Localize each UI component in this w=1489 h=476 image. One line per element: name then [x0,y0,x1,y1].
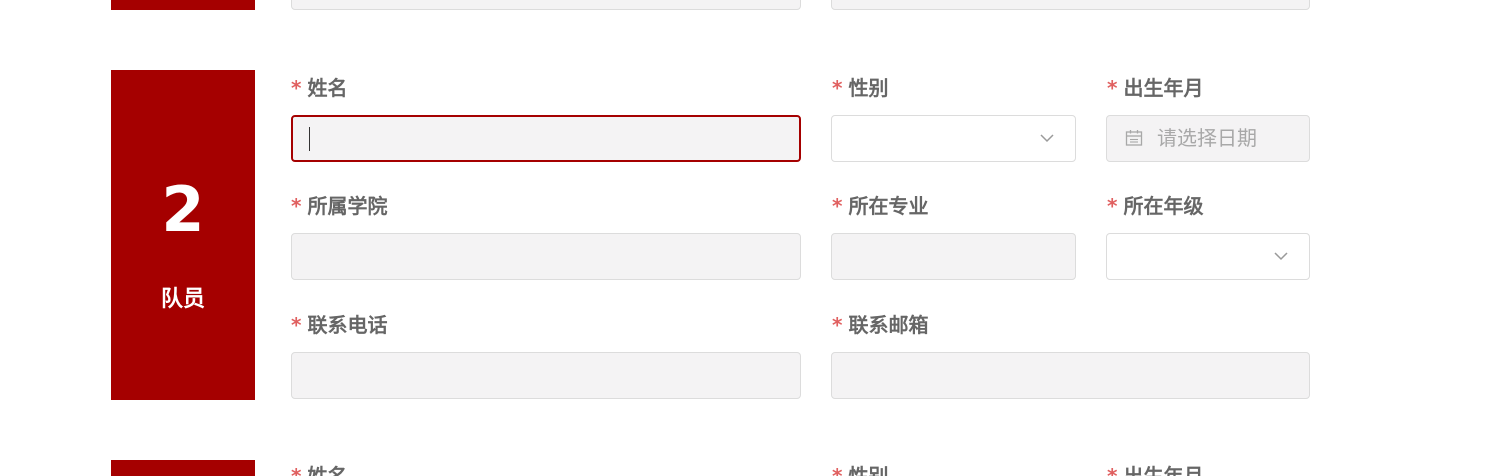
calendar-icon [1125,130,1143,146]
college-label: * 所属学院 [291,194,387,218]
text-caret [309,127,310,151]
grade-label: * 所在年级 [1107,194,1203,218]
previous-member-input-right[interactable] [831,0,1310,10]
gender-label-text: 性别 [848,76,889,100]
email-label: * 联系邮箱 [832,313,928,337]
chevron-down-icon [1274,252,1288,261]
required-mark: * [1107,76,1118,100]
birth-date-label: * 出生年月 [1107,76,1203,100]
phone-label: * 联系电话 [291,313,387,337]
required-mark: * [832,194,843,218]
next-name-label-text: 姓名 [307,464,348,476]
major-label: * 所在专业 [832,194,928,218]
name-label-text: 姓名 [307,76,348,100]
required-mark: * [1107,194,1118,218]
next-name-label: * 姓名 [291,464,347,476]
previous-member-input-left[interactable] [291,0,801,10]
required-mark: * [832,464,843,476]
birth-date-picker[interactable]: 请选择日期 [1106,115,1310,162]
member-number: 2 [161,173,205,246]
name-label: * 姓名 [291,76,347,100]
phone-input[interactable] [291,352,801,399]
previous-member-badge [111,0,255,10]
major-label-text: 所在专业 [848,194,929,218]
birth-date-label-text: 出生年月 [1123,76,1204,100]
chevron-down-icon [1040,134,1054,143]
phone-label-text: 联系电话 [307,313,388,337]
required-mark: * [832,76,843,100]
gender-select[interactable] [831,115,1076,162]
major-input[interactable] [831,233,1076,280]
birth-date-placeholder: 请选择日期 [1157,126,1257,150]
next-birth-date-label: * 出生年月 [1107,464,1203,476]
team-registration-form: 2 队员 * 姓名 * 性别 * 出生年月 请选择日期 * 所属学院 * 所在专业 [0,0,1489,476]
college-label-text: 所属学院 [307,194,388,218]
next-gender-label-text: 性别 [848,464,889,476]
next-gender-label: * 性别 [832,464,888,476]
required-mark: * [291,76,302,100]
next-member-badge [111,460,255,476]
gender-label: * 性别 [832,76,888,100]
grade-select[interactable] [1106,233,1310,280]
required-mark: * [291,194,302,218]
email-input[interactable] [831,352,1310,399]
required-mark: * [291,464,302,476]
next-birth-date-label-text: 出生年月 [1123,464,1204,476]
name-input[interactable] [291,115,801,162]
member-badge: 2 队员 [111,70,255,400]
email-label-text: 联系邮箱 [848,313,929,337]
member-role: 队员 [160,287,205,312]
college-input[interactable] [291,233,801,280]
required-mark: * [1107,464,1118,476]
grade-label-text: 所在年级 [1123,194,1204,218]
required-mark: * [832,313,843,337]
required-mark: * [291,313,302,337]
